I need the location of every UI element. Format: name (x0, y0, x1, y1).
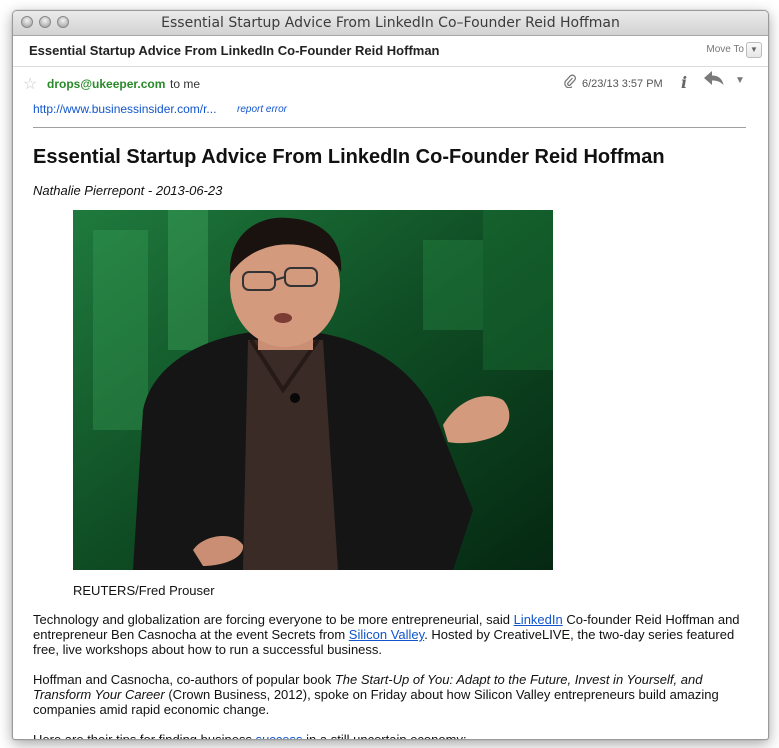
reply-icon[interactable] (703, 69, 725, 93)
move-to-button[interactable]: ▼ (746, 42, 762, 58)
info-icon[interactable]: i (681, 73, 687, 92)
more-options-icon[interactable]: ▼ (735, 75, 745, 86)
source-link[interactable]: http://www.businessinsider.com/r... (33, 102, 216, 116)
window-controls (21, 16, 69, 28)
message-subject: Essential Startup Advice From LinkedIn C… (29, 43, 440, 58)
silicon-valley-link[interactable]: Silicon Valley (349, 627, 424, 642)
article-paragraph: Technology and globalization are forcing… (33, 612, 748, 657)
photo-caption: REUTERS/Fred Prouser (73, 583, 215, 598)
title-bar: Essential Startup Advice From LinkedIn C… (13, 11, 768, 36)
message-date: 6/23/13 3:57 PM (582, 78, 663, 90)
linkedin-link[interactable]: LinkedIn (514, 612, 563, 627)
chevron-down-icon: ▼ (750, 45, 758, 54)
paragraph-text: in a still uncertain economy: (302, 732, 467, 740)
mail-window: Essential Startup Advice From LinkedIn C… (12, 10, 769, 740)
divider (33, 127, 746, 128)
article-body: Essential Startup Advice From LinkedIn C… (33, 144, 748, 740)
article-headline: Essential Startup Advice From LinkedIn C… (33, 146, 665, 168)
minimize-window-button[interactable] (39, 16, 51, 28)
move-to-label[interactable]: Move To (706, 44, 744, 55)
paragraph-text: Here are their tips for finding business (33, 732, 256, 740)
paragraph-text: Hoffman and Casnocha, co-authors of popu… (33, 672, 335, 687)
paragraph-text: Technology and globalization are forcing… (33, 612, 514, 627)
article-paragraph: Here are their tips for finding business… (33, 732, 748, 740)
sender-row: ☆ drops@ukeeper.com to me 6/23/13 3:57 P… (13, 67, 768, 99)
close-window-button[interactable] (21, 16, 33, 28)
window-title: Essential Startup Advice From LinkedIn C… (161, 15, 620, 31)
recipient-label: to me (170, 77, 201, 91)
source-row: http://www.businessinsider.com/r... repo… (13, 99, 768, 121)
star-icon[interactable]: ☆ (23, 74, 37, 94)
article-photo (73, 210, 553, 570)
article-byline: Nathalie Pierrepont - 2013-06-23 (33, 183, 223, 198)
attachment-icon (564, 74, 576, 92)
subject-bar: Essential Startup Advice From LinkedIn C… (13, 36, 768, 67)
sender-address[interactable]: drops@ukeeper.com (47, 77, 165, 91)
report-error-link[interactable]: report error (237, 104, 287, 115)
article-paragraph: Hoffman and Casnocha, co-authors of popu… (33, 672, 748, 717)
zoom-window-button[interactable] (57, 16, 69, 28)
success-link[interactable]: success (256, 732, 303, 739)
